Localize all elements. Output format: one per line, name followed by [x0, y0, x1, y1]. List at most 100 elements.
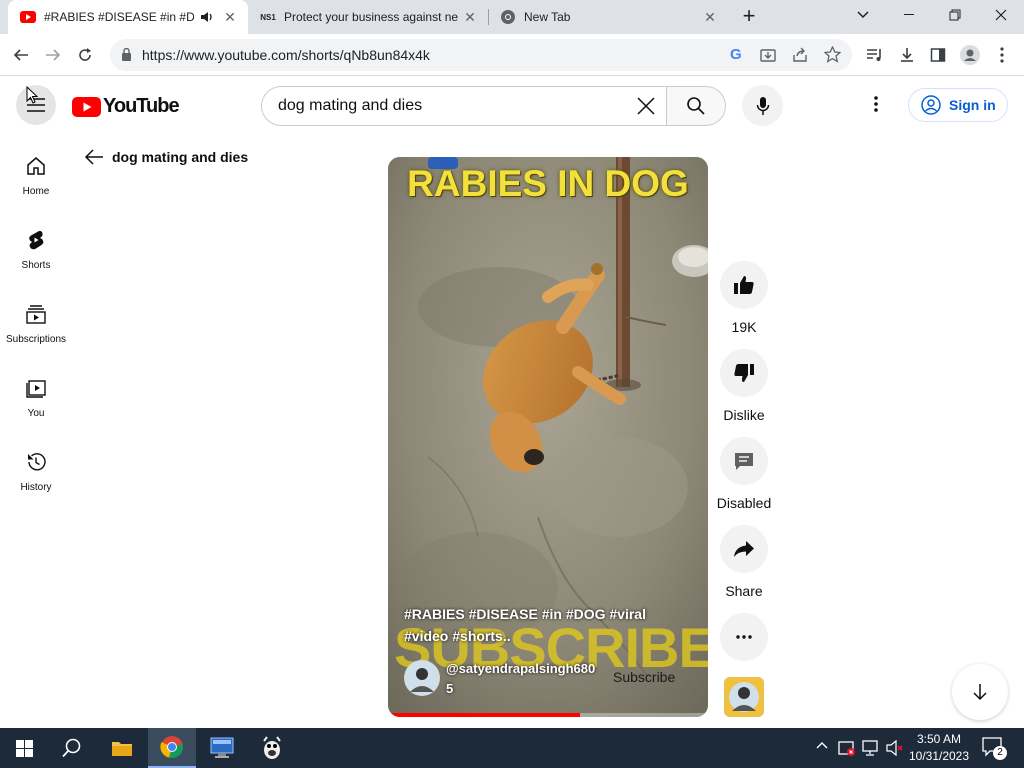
share-icon[interactable]	[792, 47, 808, 63]
channel-avatar[interactable]	[404, 660, 440, 696]
tab-protect-business[interactable]: NS1 Protect your business against ne ✕	[248, 0, 488, 34]
lock-icon[interactable]	[121, 48, 132, 61]
side-panel-icon[interactable]	[925, 42, 951, 68]
minimize-button[interactable]	[886, 0, 932, 30]
start-button[interactable]	[0, 728, 48, 768]
action-center-button[interactable]: 2	[982, 737, 1007, 760]
new-tab-button[interactable]: +	[736, 4, 762, 30]
chrome-favicon-icon	[500, 9, 516, 25]
video-overlay-title: RABIES IN DOG	[407, 163, 689, 204]
comments-button[interactable]	[720, 437, 768, 485]
network-tray-icon[interactable]	[862, 739, 880, 757]
like-action: 19K	[716, 261, 772, 335]
show-hidden-icons-chevron-icon[interactable]	[816, 741, 828, 749]
file-explorer-taskbar-button[interactable]	[98, 728, 146, 768]
account-icon	[921, 95, 941, 115]
tab-new-tab[interactable]: New Tab ✕	[488, 0, 728, 34]
address-bar[interactable]: https://www.youtube.com/shorts/qNb8un84x…	[110, 39, 852, 71]
more-horizontal-icon	[736, 635, 752, 639]
google-icon[interactable]: G	[730, 46, 742, 63]
youtube-favicon-icon	[20, 9, 36, 25]
search-button[interactable]	[666, 86, 726, 126]
windows-taskbar: 3:50 AM 10/31/2023 2	[0, 728, 1024, 768]
share-button[interactable]	[720, 525, 768, 573]
thumbs-up-icon	[734, 276, 754, 294]
comment-icon	[735, 453, 753, 470]
tab-search-chevron-icon[interactable]	[840, 0, 886, 30]
chrome-taskbar-button[interactable]	[148, 728, 196, 768]
network-app-taskbar-button[interactable]	[198, 728, 246, 768]
search-box[interactable]: dog mating and dies	[261, 86, 667, 126]
restore-button[interactable]	[932, 0, 978, 30]
dislike-button[interactable]	[720, 349, 768, 397]
more-options-button[interactable]	[720, 613, 768, 661]
sidebar-item-label: Shorts	[21, 260, 51, 271]
tab-title: New Tab	[524, 10, 571, 24]
arrow-down-icon	[973, 684, 987, 701]
chrome-menu-icon[interactable]	[989, 42, 1015, 68]
like-count: 19K	[731, 319, 757, 335]
dislike-action: Dislike	[716, 349, 772, 423]
more-action	[716, 613, 772, 661]
subscribe-button[interactable]: Subscribe	[613, 669, 675, 685]
home-icon	[27, 157, 45, 175]
search-input[interactable]: dog mating and dies	[278, 97, 422, 115]
sidebar-item-history[interactable]: History	[0, 444, 72, 518]
microphone-icon	[756, 96, 769, 115]
close-window-button[interactable]	[978, 0, 1024, 30]
settings-more-icon[interactable]	[874, 96, 878, 112]
browser-toolbar: https://www.youtube.com/shorts/qNb8un84x…	[0, 34, 1024, 76]
search-query-label: dog mating and dies	[112, 149, 249, 165]
forward-arrow-icon[interactable]	[40, 42, 66, 68]
caption-line[interactable]: #video #shorts..	[404, 625, 694, 647]
search-icon	[62, 738, 81, 758]
url-text[interactable]: https://www.youtube.com/shorts/qNb8un84x…	[142, 47, 430, 63]
profile-avatar-icon[interactable]	[957, 42, 983, 68]
back-to-search-link[interactable]: dog mating and dies	[84, 148, 248, 166]
shorts-icon	[29, 230, 44, 250]
security-tray-icon[interactable]	[838, 739, 856, 757]
sign-in-label: Sign in	[949, 97, 996, 113]
install-app-icon[interactable]	[760, 47, 776, 63]
audio-playing-icon[interactable]	[200, 10, 214, 24]
ns1-favicon-icon: NS1	[260, 12, 276, 22]
tab-close-icon[interactable]: ✕	[222, 9, 238, 25]
history-icon	[28, 453, 46, 471]
sidebar-item-you[interactable]: You	[0, 370, 72, 444]
bookmark-star-icon[interactable]	[824, 46, 841, 63]
next-video-button[interactable]	[952, 664, 1008, 720]
taskbar-search-button[interactable]	[48, 728, 96, 768]
downloads-icon[interactable]	[894, 42, 920, 68]
sidebar-item-label: Home	[22, 186, 50, 197]
reload-icon[interactable]	[72, 42, 98, 68]
youtube-header: YouTube dog mating and dies Sign in	[0, 76, 1024, 134]
tab-close-icon[interactable]: ✕	[462, 9, 478, 25]
caption-line[interactable]: #RABIES #DISEASE #in #DOG #viral	[404, 603, 694, 625]
clear-search-icon[interactable]	[636, 96, 656, 116]
media-control-icon[interactable]	[862, 42, 888, 68]
video-caption: #RABIES #DISEASE #in #DOG #viral #video …	[404, 603, 694, 647]
sidebar-item-label: Subscriptions	[5, 334, 67, 345]
voice-search-button[interactable]	[742, 85, 783, 126]
sound-thumbnail[interactable]	[724, 677, 764, 717]
sign-in-button[interactable]: Sign in	[908, 88, 1008, 122]
subscriptions-icon	[26, 305, 46, 324]
back-arrow-icon[interactable]	[8, 42, 34, 68]
sidebar-item-home[interactable]: Home	[0, 148, 72, 222]
like-button[interactable]	[720, 261, 768, 309]
shorts-video-player[interactable]: RABIES IN DOG SUBSCRIBE #RABIES #DISEASE…	[388, 157, 708, 717]
browser-tab-bar: #RABIES #DISEASE #in #DOG ✕ NS1 Protect …	[0, 0, 1024, 34]
youtube-logo-text: YouTube	[103, 95, 180, 117]
sidebar-item-shorts[interactable]: Shorts	[0, 222, 72, 296]
sidebar-item-subscriptions[interactable]: Subscriptions	[0, 296, 72, 370]
folder-icon	[112, 742, 132, 756]
youtube-logo[interactable]: YouTube	[72, 95, 180, 118]
volume-muted-tray-icon[interactable]	[886, 739, 904, 757]
channel-name[interactable]: @satyendrapalsingh680 5	[446, 659, 595, 699]
mascot-app-taskbar-button[interactable]	[248, 728, 296, 768]
mascot-app-icon	[263, 736, 281, 759]
clock[interactable]: 3:50 AM 10/31/2023	[906, 731, 972, 765]
tab-youtube-short[interactable]: #RABIES #DISEASE #in #DOG ✕	[8, 0, 248, 34]
share-arrow-icon	[734, 541, 754, 557]
tab-close-icon[interactable]: ✕	[702, 9, 718, 25]
